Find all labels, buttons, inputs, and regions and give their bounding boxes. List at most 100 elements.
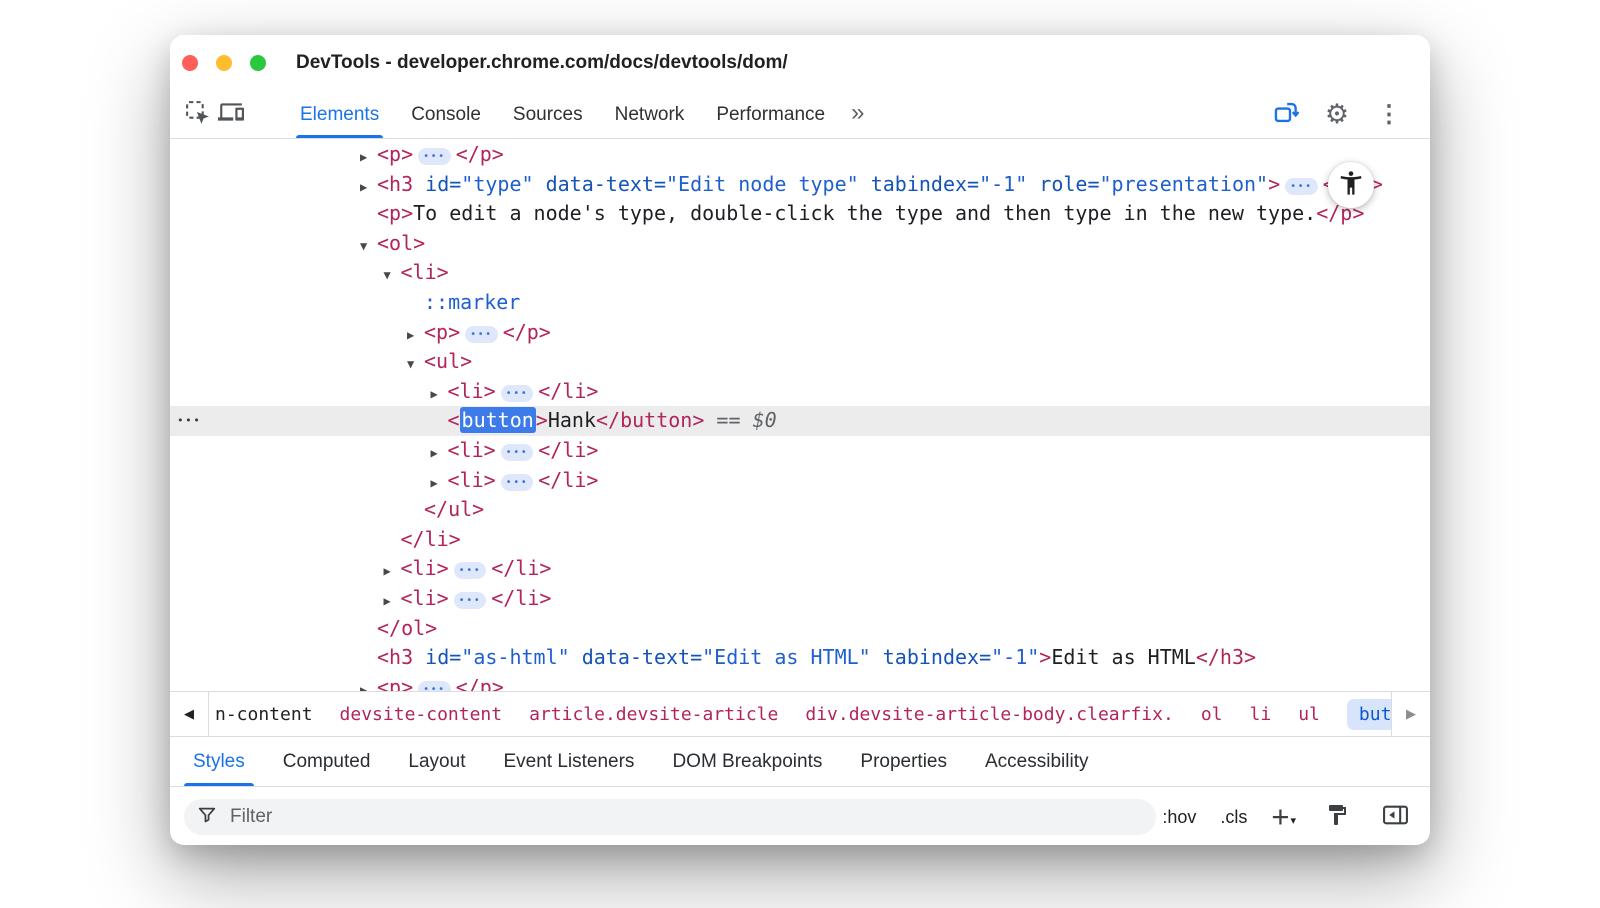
inline-expand-icon[interactable]: ••• — [418, 148, 451, 165]
code-token: == — [704, 408, 752, 432]
expand-arrow-icon[interactable]: ▶ — [431, 469, 448, 499]
dom-node-line[interactable]: ▶<li>•••</li> — [170, 554, 1430, 584]
code-token: <p> — [377, 142, 413, 166]
dom-node-line[interactable]: ▶<li>•••</li> — [170, 377, 1430, 407]
dom-node-line[interactable]: </ol> — [170, 614, 1430, 644]
tab-sources[interactable]: Sources — [497, 91, 599, 138]
toggle-element-state-button[interactable]: :hov — [1162, 807, 1196, 828]
device-toolbar-button[interactable] — [214, 98, 248, 132]
inline-expand-icon[interactable]: ••• — [501, 474, 534, 491]
dom-tree: ▶<p>•••</p> ▶<h3 id="type" data-text="Edi… — [170, 139, 1430, 691]
node-menu-icon[interactable]: ••• — [177, 406, 201, 436]
minimize-window-button[interactable] — [216, 55, 232, 71]
inline-expand-icon[interactable]: ••• — [454, 562, 487, 579]
toggle-sidebar-button[interactable] — [1378, 800, 1412, 834]
styles-filter-input[interactable] — [228, 805, 1144, 829]
collapse-arrow-icon[interactable]: ▼ — [360, 232, 377, 262]
screencast-button[interactable] — [1268, 98, 1302, 132]
breadcrumb-item-n-content[interactable]: n-content — [215, 704, 313, 725]
dom-node-line[interactable]: ▶<li>•••</li> — [170, 466, 1430, 496]
breadcrumb-item-ol[interactable]: ol — [1201, 704, 1223, 725]
inline-expand-icon[interactable]: ••• — [454, 592, 487, 609]
code-token: < — [448, 408, 460, 432]
expand-arrow-icon[interactable]: ▶ — [384, 587, 401, 617]
code-token: <h3 — [377, 645, 413, 669]
breadcrumb-scroll-left-button[interactable]: ◀ — [170, 692, 209, 736]
breadcrumb-item-button[interactable]: button — [1347, 699, 1391, 730]
settings-button[interactable]: ⚙ — [1320, 98, 1354, 132]
styles-tab-event-listeners[interactable]: Event Listeners — [484, 737, 653, 786]
expand-arrow-icon[interactable]: ▶ — [360, 143, 377, 173]
code-token: > — [1039, 645, 1051, 669]
dom-node-line[interactable]: ▶<p>•••</p> — [170, 140, 1430, 170]
dom-node-line[interactable]: ▶<h3 id="type" data-text="Edit node type… — [170, 170, 1430, 200]
dom-node-line[interactable]: ▶<li>•••</li> — [170, 436, 1430, 466]
tab-network[interactable]: Network — [599, 91, 701, 138]
dom-node-line[interactable]: ▶<li>•••</li> — [170, 584, 1430, 614]
expand-arrow-icon[interactable]: ▶ — [360, 676, 377, 691]
dom-node-line[interactable]: ::marker — [170, 288, 1430, 318]
dom-node-line[interactable]: ▼<li> — [170, 258, 1430, 288]
code-token: </h3> — [1196, 645, 1256, 669]
tab-elements[interactable]: Elements — [284, 91, 395, 138]
dom-node-line[interactable]: <h3 id="as-html" data-text="Edit as HTML… — [170, 643, 1430, 673]
inspect-element-button[interactable] — [180, 98, 214, 132]
styles-tab-accessibility[interactable]: Accessibility — [966, 737, 1107, 786]
inline-expand-icon[interactable]: ••• — [418, 681, 451, 691]
inline-expand-icon[interactable]: ••• — [501, 385, 534, 402]
expand-arrow-icon[interactable]: ▶ — [407, 321, 424, 351]
expand-arrow-icon[interactable]: ▶ — [431, 380, 448, 410]
expand-arrow-icon[interactable]: ▶ — [360, 173, 377, 203]
dom-node-line[interactable]: <p>To edit a node's type, double-click t… — [170, 199, 1430, 229]
inline-expand-icon[interactable]: ••• — [501, 444, 534, 461]
expand-arrow-icon[interactable]: ▶ — [431, 439, 448, 469]
breadcrumb-item-ul[interactable]: ul — [1298, 704, 1320, 725]
screencast-icon — [1272, 99, 1299, 131]
dom-node-line[interactable]: </ul> — [170, 495, 1430, 525]
device-toolbar-icon — [218, 99, 244, 130]
dom-node-line[interactable]: ▶<p>•••</p> — [170, 673, 1430, 691]
code-token: "type" — [461, 172, 533, 196]
dom-node-line[interactable]: ▶<p>•••</p> — [170, 318, 1430, 348]
dom-node-line[interactable]: ▼<ul> — [170, 347, 1430, 377]
tab-performance[interactable]: Performance — [700, 91, 841, 138]
code-token: <li> — [401, 586, 449, 610]
toggle-element-classes-button[interactable]: .cls — [1220, 807, 1247, 828]
styles-tab-properties[interactable]: Properties — [841, 737, 966, 786]
more-tabs-button[interactable]: » — [841, 99, 874, 127]
plus-icon: + — [1271, 806, 1289, 828]
expand-arrow-icon[interactable]: ▶ — [384, 557, 401, 587]
breadcrumb-scroll-right-button[interactable]: ▶ — [1391, 692, 1430, 736]
collapse-arrow-icon[interactable]: ▼ — [384, 261, 401, 291]
close-window-button[interactable] — [182, 55, 198, 71]
styles-panel-tabs: StylesComputedLayoutEvent ListenersDOM B… — [170, 736, 1430, 786]
zoom-window-button[interactable] — [250, 55, 266, 71]
styles-tab-computed[interactable]: Computed — [264, 737, 390, 786]
accessibility-fab[interactable] — [1328, 162, 1374, 208]
collapse-arrow-icon[interactable]: ▼ — [407, 350, 424, 380]
customize-menu-button[interactable]: ⋮ — [1372, 98, 1406, 132]
breadcrumb-item-li[interactable]: li — [1250, 704, 1272, 725]
breadcrumb-item-devsite-content[interactable]: devsite-content — [340, 704, 503, 725]
paint-roller-icon — [1325, 803, 1349, 832]
inline-expand-icon[interactable]: ••• — [1285, 178, 1318, 195]
code-token: data-text= — [570, 645, 702, 669]
styles-tab-layout[interactable]: Layout — [389, 737, 484, 786]
new-style-rule-button[interactable]: + ▾ — [1271, 806, 1296, 828]
filter-bar-controls: :hov .cls + ▾ — [1162, 800, 1416, 834]
code-token: To edit a node's type, double-click the … — [413, 201, 1316, 225]
rendering-paint-button[interactable] — [1320, 800, 1354, 834]
dom-node-line[interactable]: •••<button>Hank</button> == $0 — [170, 406, 1430, 436]
code-token: </li> — [401, 527, 461, 551]
breadcrumb-item-div-devsite-article-body-clearfix-[interactable]: div.devsite-article-body.clearfix. — [805, 704, 1173, 725]
breadcrumb-item-article-devsite-article[interactable]: article.devsite-article — [529, 704, 778, 725]
tab-console[interactable]: Console — [395, 91, 497, 138]
sidebar-panel-icon — [1382, 803, 1409, 832]
code-token: <li> — [401, 260, 449, 284]
dom-node-line[interactable]: ▼<ol> — [170, 229, 1430, 259]
inline-expand-icon[interactable]: ••• — [465, 326, 498, 343]
styles-tab-dom-breakpoints[interactable]: DOM Breakpoints — [653, 737, 841, 786]
styles-tab-styles[interactable]: Styles — [174, 737, 264, 786]
code-token: <ol> — [377, 231, 425, 255]
dom-node-line[interactable]: </li> — [170, 525, 1430, 555]
